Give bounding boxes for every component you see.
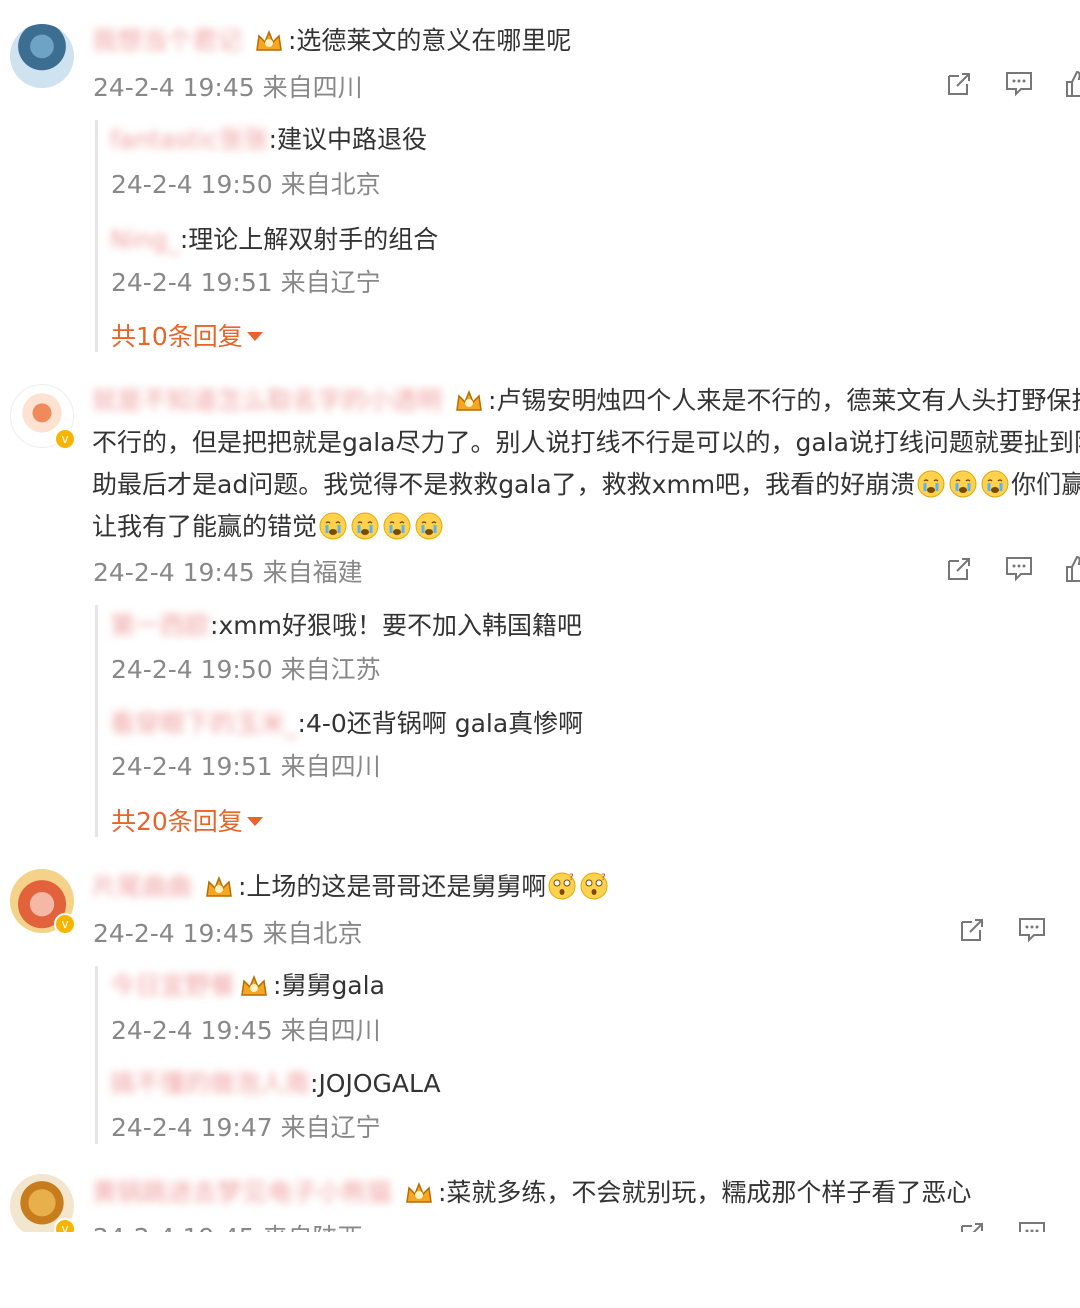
comment-text-line: 你们赢一 [1011,470,1080,499]
reply-meta: 24-2-4 19:51 来自辽宁 [111,268,381,297]
reply-meta: 24-2-4 19:45 来自四川 [111,1016,381,1045]
crying-emoji-icon [351,512,379,540]
comment-meta: 24-2-4 19:45 来自陕西 [93,1218,363,1232]
share-icon[interactable] [945,70,973,98]
verified-badge-icon: v [54,913,76,935]
confused-emoji-icon: ? [580,872,608,900]
like-icon[interactable] [1065,555,1080,583]
share-icon[interactable] [958,916,986,944]
comment-text: :选德莱文的意义在哪里呢 [287,26,572,55]
reply-thread-line [95,120,98,352]
comment-icon[interactable] [1005,555,1033,583]
more-replies-label: 共10条回复 [111,322,243,351]
comment-icon[interactable] [1005,70,1033,98]
dropdown-arrow-icon [246,817,263,826]
more-replies-label: 共20条回复 [111,807,243,836]
username[interactable]: 片尾曲曲 [92,872,192,901]
reply-text: :舅舅gala [273,971,385,1000]
username[interactable]: 黄锅跳进去梦见电子小熊猫 [92,1178,392,1207]
crying-emoji-icon [415,512,443,540]
crying-emoji-icon [383,512,411,540]
reply-meta: 24-2-4 19:47 来自辽宁 [111,1113,381,1142]
reply-username[interactable]: 今日宜野餐 [110,971,235,1000]
reply-meta: 24-2-4 19:50 来自北京 [111,170,381,199]
reply-username[interactable]: 看穿眼下的玉米_ [110,709,298,738]
comment-icon[interactable] [1018,916,1046,944]
crying-emoji-icon [981,470,1009,498]
reply-text: :JOJOGALA [310,1069,441,1098]
username[interactable]: 就是不知道怎么取名字的小透明 [92,386,442,415]
dropdown-arrow-icon [246,332,263,341]
comment-feed: 我想当个君记 :选德莱文的意义在哪里呢 24-2-4 19:45 来自四川 fa… [0,0,1080,1232]
comment-text-line: 不行的，但是把把就是gala尽力了。别人说打线不行是可以的，gala说打线问题就… [92,428,1080,457]
crown-badge-icon [206,875,232,897]
reply-thread-line [95,605,98,837]
share-icon[interactable] [958,1220,986,1232]
comment-meta: 24-2-4 19:45 来自福建 [93,558,363,587]
more-replies-link[interactable]: 共10条回复 [111,317,263,353]
crying-emoji-icon [319,512,347,540]
crown-badge-icon [406,1181,432,1203]
comment-text-line: 让我有了能赢的错觉 [92,512,318,541]
comment-meta: 24-2-4 19:45 来自四川 [93,73,363,102]
avatar[interactable]: v [10,869,76,935]
reply-username[interactable]: Ning_ [110,225,180,254]
share-icon[interactable] [945,555,973,583]
username[interactable]: 我想当个君记 [92,26,242,55]
avatar[interactable]: v [10,384,76,450]
reply-text: :4-0还背锅啊 gala真惨啊 [297,709,584,738]
comment-text-line: 助最后才是ad问题。我觉得不是救救gala了，救救xmm吧，我看的好崩溃 [92,470,916,499]
svg-text:?: ? [569,873,574,883]
verified-badge-icon: v [54,1218,76,1232]
crown-badge-icon [256,29,282,51]
more-replies-link[interactable]: 共20条回复 [111,802,263,838]
crying-emoji-icon [917,470,945,498]
confused-emoji-icon: ? [548,872,576,900]
verified-badge-icon: v [54,428,76,450]
comment-meta: 24-2-4 19:45 来自北京 [93,919,363,948]
reply-meta: 24-2-4 19:51 来自四川 [111,752,381,781]
avatar[interactable]: v [10,1174,76,1232]
like-icon[interactable] [1065,70,1080,98]
comment-icon[interactable] [1018,1220,1046,1232]
reply-text: :建议中路退役 [268,125,428,154]
reply-username[interactable]: fantastic张张 [110,125,269,154]
comment-text: :菜就多练，不会就别玩，糯成那个样子看了恶心 [437,1178,972,1207]
reply-text: :理论上解双射手的组合 [179,225,439,254]
comment-text: :上场的这是哥哥还是舅舅啊 [237,872,547,901]
reply-username[interactable]: 第一西欧 [110,611,210,640]
reply-meta: 24-2-4 19:50 来自江苏 [111,655,381,684]
reply-username[interactable]: 搞不懂的做泡人南 [110,1069,310,1098]
reply-text: :xmm好狠哦！要不加入韩国籍吧 [210,611,582,640]
comment-text-line: :卢锡安明烛四个人来是不行的，德莱文有人头打野保护 [487,386,1080,415]
reply-thread-line [95,966,98,1144]
crying-emoji-icon [949,470,977,498]
svg-text:?: ? [601,873,606,883]
crown-badge-icon [241,974,267,996]
avatar[interactable] [10,24,74,88]
crown-badge-icon [456,389,482,411]
